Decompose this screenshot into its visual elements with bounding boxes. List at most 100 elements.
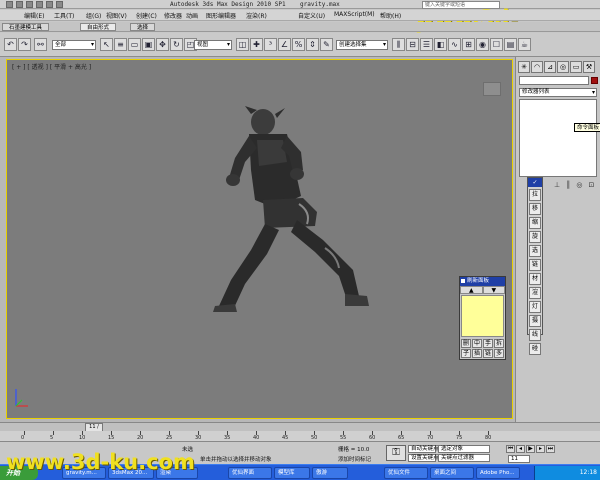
curve-editor-icon[interactable]: ∿ [448,38,461,51]
percent-snap-icon[interactable]: % [292,38,305,51]
undo-button[interactable]: ↶ [4,38,17,51]
menu-maxscript[interactable]: MAXScript(M) [334,11,375,18]
schematic-view-icon[interactable]: ⊞ [462,38,475,51]
select-by-name-icon[interactable]: ≡ [114,38,127,51]
menu-edit[interactable]: 编辑(E) [24,11,44,20]
rendered-frame-icon[interactable]: ▤ [504,38,517,51]
selected-set-dropdown[interactable]: 选定对象 [438,445,490,453]
pin-stack-icon[interactable]: ⊥ [554,181,560,189]
configure-sets-icon[interactable]: ⊡ [588,181,594,189]
layer-manager-icon[interactable]: ☰ [420,38,433,51]
vt-button-5[interactable]: 选 [529,245,541,257]
key-icon[interactable]: ⚿ [386,445,406,461]
next-frame-icon[interactable]: ▸ [536,445,545,453]
vt-button-8[interactable]: 渲 [529,287,541,299]
arrow-down-icon[interactable]: ▼ [482,286,505,294]
task-5[interactable]: 模型库 [274,467,310,479]
object-color-swatch[interactable] [591,77,598,84]
vt-button-9[interactable]: 灯 [529,301,541,313]
vt-button-6[interactable]: 链 [529,259,541,271]
rect-select-icon[interactable]: ▭ [128,38,141,51]
autokey-button[interactable]: 自动关键点 [408,445,439,453]
motion-tab-icon[interactable]: ◎ [557,61,569,73]
tab-graphite-modeling[interactable]: 石墨建模工具 [2,23,50,31]
viewcube-icon[interactable] [483,82,501,96]
menu-animation[interactable]: 动画 [186,11,198,20]
window-crossing-icon[interactable]: ▣ [142,38,155,51]
viewport-label[interactable]: [ + ] [ 透视 ] [ 平滑 + 高光 ] [12,62,91,71]
menu-create[interactable]: 创建(C) [136,11,157,20]
menu-help[interactable]: 帮助(H) [380,11,401,20]
vt-button-7[interactable]: 材 [529,273,541,285]
modifier-list-dropdown[interactable]: 修改器列表 [519,88,597,97]
character-model[interactable] [205,100,375,315]
display-tab-icon[interactable]: ▭ [570,61,582,73]
fp-button-4[interactable]: 拆 [494,339,504,348]
go-to-end-icon[interactable]: ⏭ [546,445,555,453]
named-selection-dropdown[interactable]: 创建选择集 [336,40,388,50]
setkey-button[interactable]: 设置关键点 [408,454,439,462]
current-frame-field[interactable]: 11 [508,455,530,463]
track-bar[interactable]: 0 5 10 15 20 25 30 35 40 45 50 55 60 65 70 75 80 [0,431,600,442]
app-menu-icon[interactable] [6,1,13,8]
hierarchy-tab-icon[interactable]: ⊿ [544,61,556,73]
floating-panel-list[interactable] [461,295,504,337]
open-file-icon[interactable] [26,1,33,8]
task-9[interactable]: Adobe Pho... [476,467,520,479]
redo-icon[interactable] [56,1,63,8]
arrow-up-icon[interactable]: ▲ [460,286,483,294]
fp-button-6[interactable]: 插 [472,349,482,358]
tab-selection[interactable]: 选择 [130,23,156,31]
rotate-icon[interactable]: ↻ [170,38,183,51]
create-tab-icon[interactable]: ✳ [518,61,530,73]
fp-button-5[interactable]: 子 [461,349,471,358]
edit-named-selection-icon[interactable]: ✎ [320,38,333,51]
task-4[interactable]: 优仙界面 [228,467,272,479]
task-6[interactable]: 傲游 [312,467,348,479]
pivot-icon[interactable]: ◫ [236,38,249,51]
render-setup-icon[interactable]: ☐ [490,38,503,51]
prev-frame-icon[interactable]: ◂ [516,445,525,453]
material-editor-icon[interactable]: ◉ [476,38,489,51]
vt-button-11[interactable]: 线 [529,329,541,341]
vt-button-10[interactable]: 摄 [529,315,541,327]
selection-filter-dropdown[interactable]: 全部 [52,40,96,50]
menu-customize[interactable]: 自定义(U) [298,11,325,20]
new-file-icon[interactable] [16,1,23,8]
redo-button[interactable]: ↷ [18,38,31,51]
snap-icon[interactable]: ³ [264,38,277,51]
play-icon[interactable]: ▶ [526,445,535,453]
save-file-icon[interactable] [36,1,43,8]
menu-tools[interactable]: 工具(T) [54,11,74,20]
angle-snap-icon[interactable]: ∠ [278,38,291,51]
key-filters-button[interactable]: 关键点过滤器 [438,454,490,462]
time-slider-bar[interactable]: 11 / 80 [0,422,600,437]
spinner-snap-icon[interactable]: ⇕ [306,38,319,51]
show-end-result-icon[interactable]: ║ [566,181,570,189]
manipulate-icon[interactable]: ✚ [250,38,263,51]
fp-button-8[interactable]: 多 [494,349,504,358]
mirror-icon[interactable]: ⫼ [392,38,405,51]
vt-button-4[interactable]: 旋 [529,231,541,243]
move-icon[interactable]: ✥ [156,38,169,51]
menu-graph-editors[interactable]: 图形编辑器 [206,11,236,20]
graphite-toggle-icon[interactable]: ◧ [434,38,447,51]
add-time-tag[interactable]: 添加时间标记 [338,455,371,463]
vertical-toolbar-head[interactable]: ✓ [528,178,542,187]
link-icon[interactable]: ⚯ [34,38,47,51]
undo-icon[interactable] [46,1,53,8]
fp-button-1[interactable]: 删 [461,339,471,348]
menu-modifiers[interactable]: 修改器 [164,11,182,20]
align-icon[interactable]: ⊟ [406,38,419,51]
render-icon[interactable]: ☕ [518,38,531,51]
modify-tab-icon[interactable]: ◠ [531,61,543,73]
menu-views[interactable]: 视图(V) [106,11,127,20]
perspective-viewport[interactable]: [ + ] [ 透视 ] [ 平滑 + 高光 ] 刷新面板 ▲ ▼ 删 中 手 … [6,59,513,419]
remove-modifier-icon[interactable]: ◎ [576,181,582,189]
vt-button-1[interactable]: 拉 [529,189,541,201]
select-object-icon[interactable]: ↖ [100,38,113,51]
object-name-field[interactable] [519,76,589,85]
floating-panel-title[interactable]: 刷新面板 [460,277,505,286]
task-8[interactable]: 桌面之间 [430,467,474,479]
fp-button-7[interactable]: 链 [483,349,493,358]
